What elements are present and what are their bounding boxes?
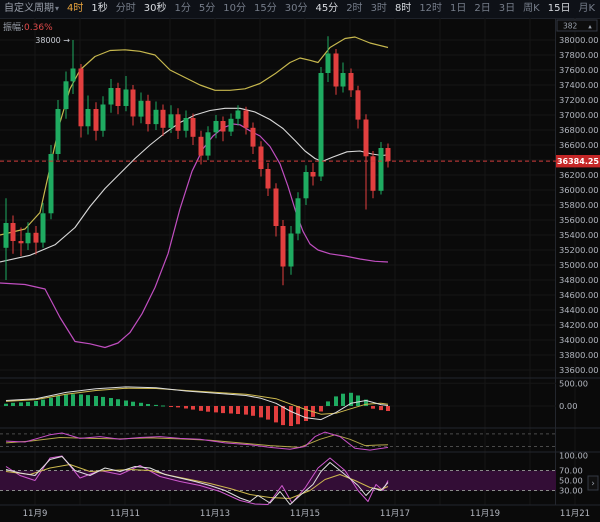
svg-text:35800.00: 35800.00 (559, 200, 599, 210)
svg-text:35400.00: 35400.00 (559, 230, 599, 240)
svg-text:11月15: 11月15 (290, 509, 320, 519)
period-button-3日[interactable]: 3日 (495, 0, 519, 18)
period-button-15分[interactable]: 15分 (250, 0, 281, 18)
svg-text:33800.00: 33800.00 (559, 350, 599, 360)
chevron-down-icon: ▾ (55, 4, 59, 13)
amplitude-label: 振幅: (3, 23, 24, 33)
svg-text:500.00: 500.00 (559, 378, 588, 388)
period-button-1分[interactable]: 1分 (171, 0, 195, 18)
svg-text:11月13: 11月13 (200, 509, 230, 519)
period-button-12时[interactable]: 12时 (415, 0, 446, 18)
amplitude-value: 0.36% (24, 23, 53, 33)
svg-text:34600.00: 34600.00 (559, 290, 599, 300)
svg-text:37200.00: 37200.00 (559, 95, 599, 105)
period-button-分时[interactable]: 分时 (112, 0, 140, 18)
period-button-15日[interactable]: 15日 (544, 0, 575, 18)
svg-text:37800.00: 37800.00 (559, 50, 599, 60)
toolbar: 自定义周期▾4时1秒分时30秒1分5分10分15分30分45分2时3时8时12时… (0, 0, 600, 19)
period-button-2日[interactable]: 2日 (470, 0, 494, 18)
svg-text:38000 →: 38000 → (35, 36, 70, 45)
period-button-4时[interactable]: 4时 (63, 0, 87, 18)
svg-text:11月19: 11月19 (470, 509, 500, 519)
period-button-5分[interactable]: 5分 (195, 0, 219, 18)
svg-text:11月17: 11月17 (380, 509, 410, 519)
svg-text:36000.00: 36000.00 (559, 185, 599, 195)
svg-text:11月11: 11月11 (110, 509, 140, 519)
svg-text:11月21: 11月21 (560, 509, 590, 519)
svg-text:34800.00: 34800.00 (559, 275, 599, 285)
svg-text:11月9: 11月9 (23, 509, 48, 519)
period-button-1日[interactable]: 1日 (446, 0, 470, 18)
svg-text:382: 382 (563, 22, 578, 31)
svg-text:37000.00: 37000.00 (559, 110, 599, 120)
period-button-3时[interactable]: 3时 (367, 0, 391, 18)
period-button-周K[interactable]: 周K (519, 0, 544, 18)
svg-text:0.00: 0.00 (559, 401, 577, 411)
svg-text:34400.00: 34400.00 (559, 305, 599, 315)
period-button-自定义周期[interactable]: 自定义周期▾ (0, 0, 63, 18)
period-button-月K[interactable]: 月K (574, 0, 599, 18)
svg-text:▴: ▴ (588, 23, 592, 31)
period-button-1秒[interactable]: 1秒 (87, 0, 111, 18)
svg-text:36200.00: 36200.00 (559, 170, 599, 180)
period-button-45分[interactable]: 45分 (311, 0, 342, 18)
amplitude-readout: 振幅:0.36% (3, 20, 53, 33)
svg-text:37600.00: 37600.00 (559, 65, 599, 75)
chart-canvas[interactable]: 38000.00 37800.00 37600.00 37400.00 37200.00… (0, 18, 600, 522)
period-button-30秒[interactable]: 30秒 (140, 0, 171, 18)
svg-text:30.00: 30.00 (559, 486, 583, 496)
svg-text:100.00: 100.00 (559, 451, 588, 461)
svg-text:33600.00: 33600.00 (559, 365, 599, 375)
svg-text:35200.00: 35200.00 (559, 245, 599, 255)
trading-terminal: 自定义周期▾4时1秒分时30秒1分5分10分15分30分45分2时3时8时12时… (0, 0, 600, 522)
svg-text:›: › (591, 479, 595, 489)
svg-text:36800.00: 36800.00 (559, 125, 599, 135)
period-button-10分[interactable]: 10分 (219, 0, 250, 18)
svg-text:34000.00: 34000.00 (559, 335, 599, 345)
period-button-30分[interactable]: 30分 (281, 0, 312, 18)
svg-text:36600.00: 36600.00 (559, 140, 599, 150)
period-button-8时[interactable]: 8时 (391, 0, 415, 18)
svg-text:35600.00: 35600.00 (559, 215, 599, 225)
svg-text:35000.00: 35000.00 (559, 260, 599, 270)
svg-text:70.00: 70.00 (559, 466, 583, 476)
svg-text:36384.25: 36384.25 (557, 157, 599, 166)
svg-text:50.00: 50.00 (559, 476, 583, 486)
svg-text:37400.00: 37400.00 (559, 80, 599, 90)
timeframe-buttons: 自定义周期▾4时1秒分时30秒1分5分10分15分30分45分2时3时8时12时… (0, 0, 600, 18)
period-button-2时[interactable]: 2时 (342, 0, 366, 18)
svg-text:34200.00: 34200.00 (559, 320, 599, 330)
svg-text:38000.00: 38000.00 (559, 35, 599, 45)
